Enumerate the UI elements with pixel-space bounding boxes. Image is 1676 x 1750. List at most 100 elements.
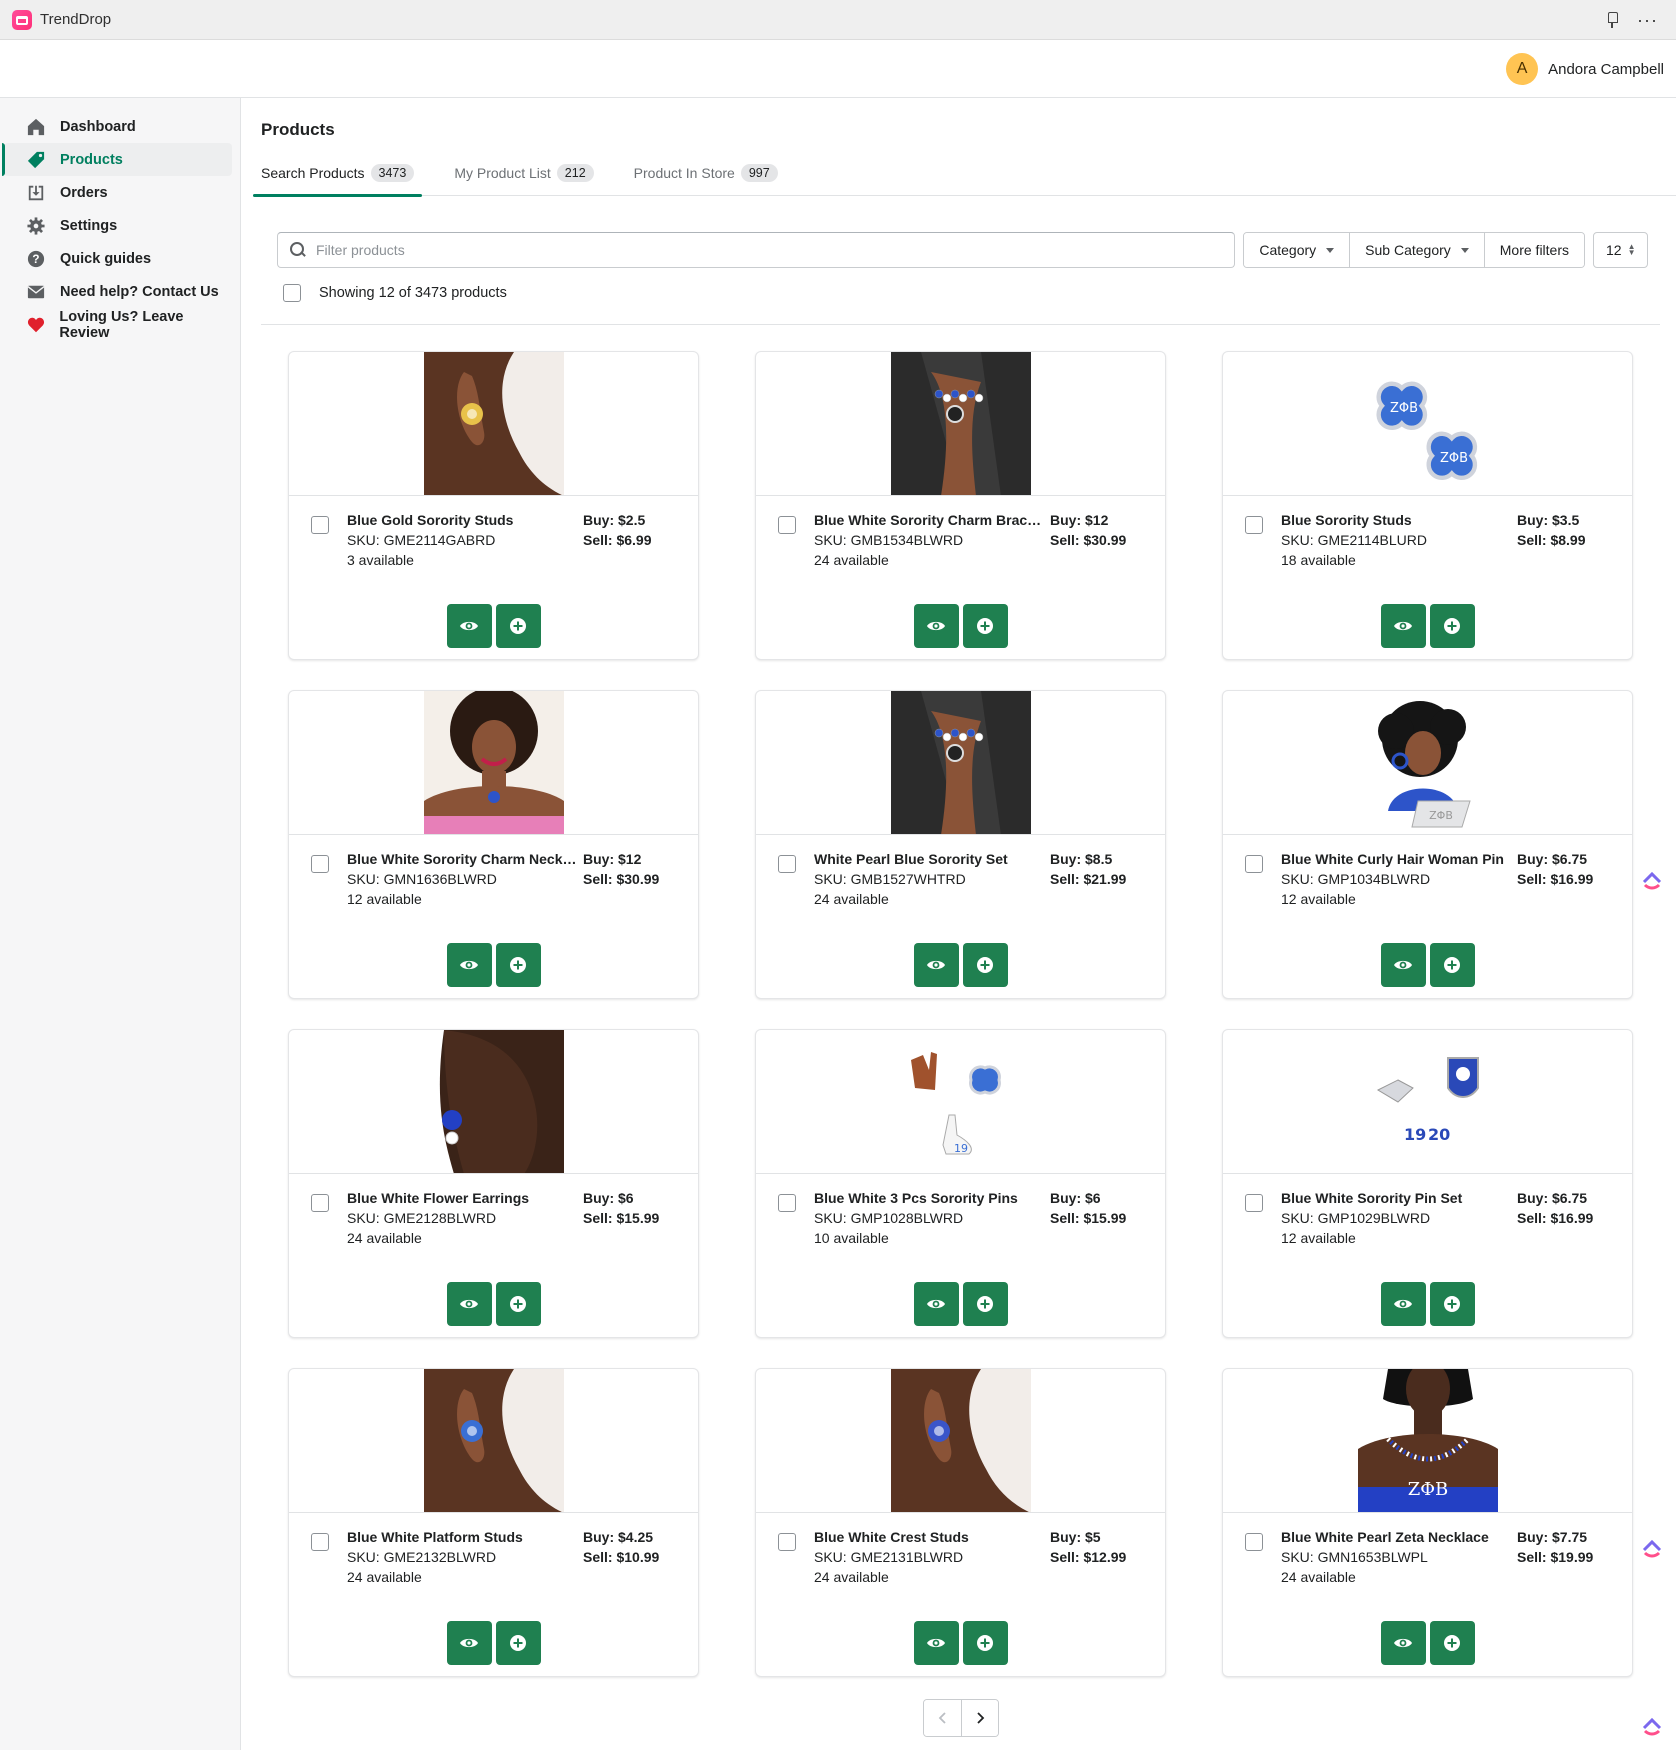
product-image[interactable] <box>423 1369 564 1512</box>
select-all-checkbox[interactable] <box>283 284 301 302</box>
product-availability: 24 available <box>347 1569 422 1585</box>
product-image[interactable]: ZΦB <box>1357 691 1498 834</box>
view-product-button[interactable] <box>446 1282 492 1326</box>
tab-count-badge: 3473 <box>370 164 415 182</box>
product-image[interactable] <box>423 691 564 834</box>
page-size-select[interactable]: 12 ▲ ▼ <box>1593 232 1648 268</box>
view-product-button[interactable] <box>446 943 492 987</box>
sidebar-item-products[interactable]: Products <box>2 143 232 176</box>
sidebar-item-settings[interactable]: Settings <box>4 209 232 242</box>
avatar[interactable]: A <box>1506 53 1539 85</box>
product-image[interactable] <box>890 352 1031 495</box>
product-image[interactable] <box>423 352 564 495</box>
pin-icon[interactable] <box>1605 11 1619 28</box>
add-product-button[interactable] <box>962 604 1008 648</box>
more-filters-button[interactable]: More filters <box>1484 233 1584 267</box>
category-filter-label: Category <box>1259 242 1317 258</box>
product-select-checkbox[interactable] <box>778 1194 796 1212</box>
product-select-checkbox[interactable] <box>311 855 329 873</box>
add-product-button[interactable] <box>495 1282 541 1326</box>
sidebar-item-dashboard[interactable]: Dashboard <box>4 110 232 143</box>
search-input[interactable] <box>316 242 1235 258</box>
home-icon <box>26 117 46 137</box>
eye-icon <box>1393 1633 1413 1653</box>
product-sku: SKU: GMN1653BLWPL <box>1281 1549 1428 1565</box>
tab-my-product-list[interactable]: My Product List 212 <box>446 150 601 196</box>
product-image[interactable]: 19 <box>890 1030 1031 1173</box>
add-product-button[interactable] <box>495 943 541 987</box>
add-product-button[interactable] <box>495 1621 541 1665</box>
product-card: ZΦB Blue White Curly Hair Woman Pin SKU: G… <box>1222 690 1633 999</box>
product-image[interactable] <box>890 1369 1031 1512</box>
svg-text:19: 19 <box>1404 1125 1426 1144</box>
product-select-checkbox[interactable] <box>311 1194 329 1212</box>
svg-text:ZΦB: ZΦB <box>1429 809 1453 822</box>
product-select-checkbox[interactable] <box>1245 1194 1263 1212</box>
add-product-button[interactable] <box>1429 943 1475 987</box>
tab-search-products[interactable]: Search Products 3473 <box>253 150 423 197</box>
product-select-checkbox[interactable] <box>778 855 796 873</box>
product-details: Blue White Sorority Charm Necklace SKU: G… <box>311 849 688 909</box>
product-availability: 18 available <box>1281 552 1356 568</box>
add-product-button[interactable] <box>962 1282 1008 1326</box>
add-product-button[interactable] <box>495 604 541 648</box>
product-details: Blue Gold Sorority Studs SKU: GME2114GABR… <box>311 510 688 570</box>
sidebar-item-orders[interactable]: Orders <box>4 176 232 209</box>
view-product-button[interactable] <box>913 943 959 987</box>
add-product-button[interactable] <box>1429 1621 1475 1665</box>
product-image[interactable]: ZΦB <box>1357 1369 1498 1512</box>
view-product-button[interactable] <box>913 604 959 648</box>
view-product-button[interactable] <box>1380 604 1426 648</box>
user-name[interactable]: Andora Campbell <box>1548 61 1664 78</box>
view-product-button[interactable] <box>913 1282 959 1326</box>
sidebar-item-contact[interactable]: Need help? Contact Us <box>4 275 232 308</box>
more-options-icon[interactable]: ··· <box>1637 11 1658 29</box>
sidebar-item-quick-guides[interactable]: ? Quick guides <box>4 242 232 275</box>
product-card: Blue White Sorority Charm Bracelet SKU: G… <box>755 351 1166 660</box>
user-menu[interactable]: A Andora Campbell <box>1506 53 1664 85</box>
sidebar-item-review[interactable]: Loving Us? Leave Review <box>4 308 232 341</box>
product-sku: SKU: GMP1034BLWRD <box>1281 871 1431 887</box>
view-product-button[interactable] <box>1380 1282 1426 1326</box>
product-image[interactable]: 19 20 <box>1357 1030 1498 1173</box>
previous-page-button[interactable] <box>924 1700 961 1736</box>
sub-category-filter-button[interactable]: Sub Category <box>1350 233 1485 267</box>
sell-price: Sell: $10.99 <box>583 1549 660 1565</box>
product-image[interactable]: ZΦB ZΦB <box>1357 352 1498 495</box>
product-select-checkbox[interactable] <box>311 1533 329 1551</box>
product-image[interactable] <box>890 691 1031 834</box>
add-product-button[interactable] <box>962 943 1008 987</box>
view-product-button[interactable] <box>446 604 492 648</box>
product-select-checkbox[interactable] <box>1245 1533 1263 1551</box>
product-select-checkbox[interactable] <box>778 1533 796 1551</box>
product-card: Blue White Platform Studs SKU: GME2132BLW… <box>288 1368 699 1677</box>
add-product-button[interactable] <box>962 1621 1008 1665</box>
view-product-button[interactable] <box>1380 1621 1426 1665</box>
product-image[interactable] <box>423 1030 564 1173</box>
envelope-icon <box>26 282 46 302</box>
tab-count-badge: 997 <box>740 164 778 182</box>
eye-icon <box>459 1294 479 1314</box>
product-name: Blue White Platform Studs <box>347 1529 523 1545</box>
view-product-button[interactable] <box>913 1621 959 1665</box>
product-select-checkbox[interactable] <box>1245 855 1263 873</box>
product-select-checkbox[interactable] <box>1245 516 1263 534</box>
category-filter-button[interactable]: Category <box>1244 233 1351 267</box>
product-select-checkbox[interactable] <box>311 516 329 534</box>
floating-widget-icon[interactable] <box>1640 1712 1664 1736</box>
product-actions <box>289 1621 698 1665</box>
search-box[interactable] <box>277 232 1236 268</box>
buy-price: Buy: $3.5 <box>1517 512 1580 528</box>
floating-widget-icon[interactable] <box>1640 866 1664 890</box>
add-product-button[interactable] <box>1429 604 1475 648</box>
product-select-checkbox[interactable] <box>778 516 796 534</box>
floating-widget-icon[interactable] <box>1640 1534 1664 1558</box>
chevron-left-icon <box>938 1712 946 1724</box>
product-details: Blue White Curly Hair Woman Pin SKU: GMP1… <box>1245 849 1622 909</box>
sell-price: Sell: $6.99 <box>583 532 652 548</box>
add-product-button[interactable] <box>1429 1282 1475 1326</box>
view-product-button[interactable] <box>1380 943 1426 987</box>
view-product-button[interactable] <box>446 1621 492 1665</box>
tab-product-in-store[interactable]: Product In Store 997 <box>626 150 786 196</box>
next-page-button[interactable] <box>961 1700 998 1736</box>
